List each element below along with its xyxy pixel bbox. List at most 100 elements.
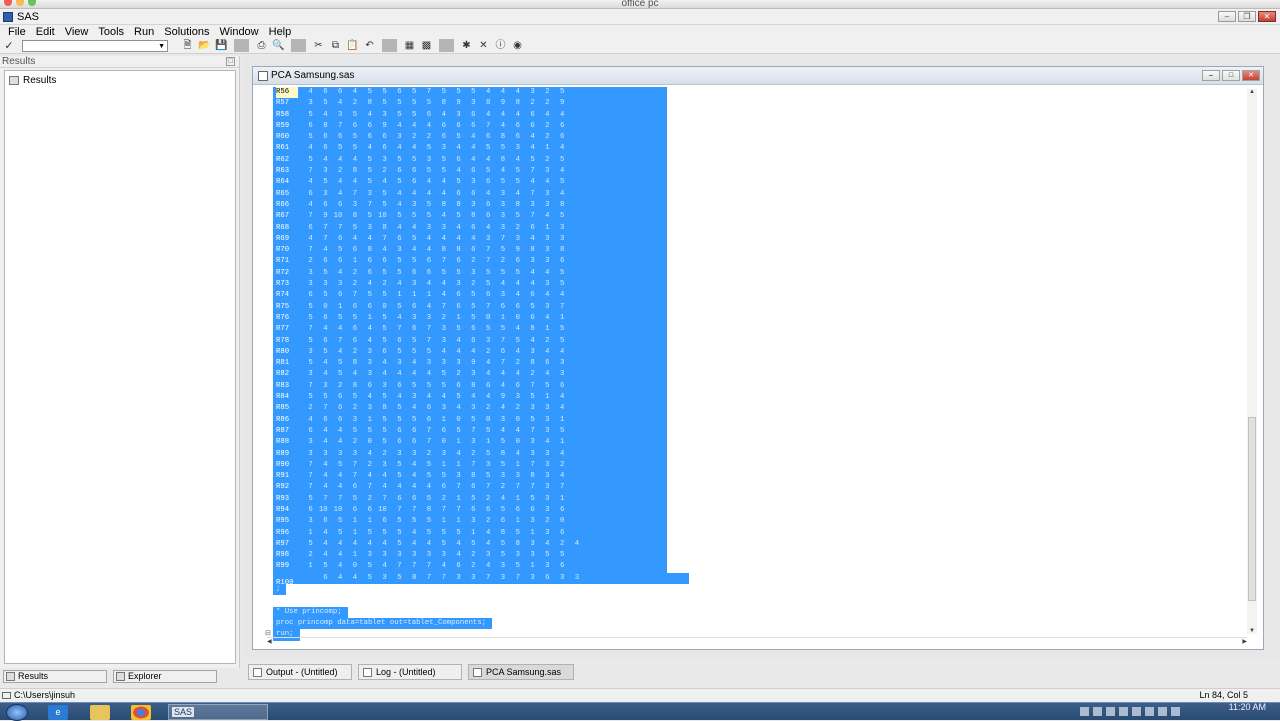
data-value: 1	[456, 494, 461, 503]
mac-minimize-dot[interactable]	[16, 0, 24, 6]
data-value: 3	[471, 99, 476, 108]
data-value: 4	[545, 370, 550, 379]
data-value: 3	[456, 573, 461, 582]
mac-close-dot[interactable]	[4, 0, 12, 6]
vertical-scrollbar[interactable]: ▲ ▼	[1247, 89, 1257, 634]
collapse-marker[interactable]: ⊟	[265, 629, 271, 637]
editor-maximize-button[interactable]: □	[1222, 70, 1240, 81]
data-value: 5	[515, 268, 520, 277]
sas-help-icon[interactable]: ◉	[510, 39, 525, 52]
clear-icon[interactable]: ✕	[476, 39, 491, 52]
new-icon[interactable]: 🗎	[180, 39, 195, 52]
data-value: 6	[323, 144, 328, 153]
menu-help[interactable]: Help	[264, 26, 297, 38]
open-icon[interactable]: 📂	[197, 39, 212, 52]
menu-run[interactable]: Run	[129, 26, 159, 38]
tray-icon[interactable]	[1119, 707, 1128, 716]
horizontal-scrollbar[interactable]: ◀ ▶	[267, 637, 1247, 645]
data-value: 8	[352, 359, 358, 368]
data-value: 7	[411, 505, 417, 514]
chrome-icon[interactable]	[131, 705, 151, 720]
tray-icon[interactable]	[1080, 707, 1089, 716]
tab-results[interactable]: Results	[3, 670, 107, 683]
scroll-down-arrow[interactable]: ▼	[1247, 628, 1257, 634]
menu-solutions[interactable]: Solutions	[159, 26, 214, 38]
data-value: 5	[485, 167, 491, 176]
data-value: 2	[515, 223, 520, 232]
data-value: 6	[338, 88, 343, 96]
code-line: R56 4 6 6 4 5 5 6 5 7 5 5 5 4 4 4 3 2 5	[273, 87, 1248, 99]
paste-icon[interactable]: 📋	[345, 39, 360, 52]
results-tree-root[interactable]: Results	[9, 75, 56, 86]
chevron-down-icon[interactable]: ▼	[158, 41, 165, 52]
restore-button[interactable]: ❐	[1238, 11, 1256, 22]
libraries-icon[interactable]: ▦	[402, 39, 417, 52]
close-button[interactable]: ✕	[1258, 11, 1276, 22]
explorer-icon[interactable]: ▩	[419, 39, 434, 52]
data-value: 3	[367, 347, 372, 356]
tray-icon[interactable]	[1106, 707, 1115, 716]
code-line: R69 4 7 6 4 4 7 6 5 4 4 4 4 3 7 3 4 3 3	[273, 233, 1248, 246]
menu-window[interactable]: Window	[215, 26, 264, 38]
data-value: 5	[367, 155, 372, 164]
tab-program[interactable]: PCA Samsung.sas	[468, 664, 574, 680]
menu-edit[interactable]: Edit	[31, 26, 60, 38]
scroll-up-arrow[interactable]: ▲	[1247, 89, 1257, 95]
tab-log[interactable]: Log - (Untitled)	[358, 664, 462, 680]
tray-icon[interactable]	[1158, 707, 1167, 716]
data-value: 7	[308, 381, 313, 390]
data-value: 6	[411, 438, 417, 447]
editor-minimize-button[interactable]: –	[1202, 70, 1220, 81]
clock[interactable]: 11:20 AM	[1229, 703, 1266, 712]
menu-view[interactable]: View	[60, 26, 94, 38]
cut-icon[interactable]: ✂	[311, 39, 326, 52]
data-value: 3	[545, 449, 550, 458]
data-value: 6	[530, 110, 535, 119]
data-value: 6	[367, 121, 372, 130]
row-label: R74	[276, 291, 290, 300]
data-value: 4	[411, 223, 417, 232]
print-icon[interactable]: ⎙	[254, 39, 269, 52]
editor-close-button[interactable]: ✕	[1242, 70, 1260, 81]
code-line: R82 3 4 5 4 3 4 4 4 4 5 2 3 4 4 4 2 4 3	[273, 369, 1248, 381]
volume-icon[interactable]	[1171, 707, 1180, 716]
data-value: 5	[308, 539, 313, 548]
mac-zoom-dot[interactable]	[28, 0, 36, 6]
tab-explorer[interactable]: Explorer	[113, 670, 217, 683]
print-preview-icon[interactable]: 🔍	[271, 39, 286, 52]
row-label: R77	[276, 325, 290, 334]
current-directory[interactable]: C:\Users\jinsuh	[14, 689, 75, 702]
command-box[interactable]: ▼	[22, 39, 168, 52]
menu-tools[interactable]: Tools	[93, 26, 129, 38]
menu-file[interactable]: File	[3, 26, 31, 38]
data-value: 6	[323, 257, 328, 266]
undo-icon[interactable]: ↶	[362, 39, 377, 52]
data-value: 4	[530, 268, 535, 277]
code-editor[interactable]: R56 4 6 6 4 5 5 6 5 7 5 5 5 4 4 4 3 2 5 R57 3 5 4 2 8 5 5 5 5 8 9 3 8 9 8 2…	[273, 87, 1248, 642]
save-icon[interactable]: 💾	[214, 39, 229, 52]
data-value: 6	[441, 426, 446, 435]
submit-icon[interactable]: ✱	[459, 39, 474, 52]
tray-icon[interactable]	[1132, 707, 1141, 716]
minimize-button[interactable]: –	[1218, 11, 1236, 22]
taskbar-sas[interactable]: SAS	[168, 704, 268, 720]
left-pane-tabs: Results Explorer	[0, 670, 240, 684]
file-explorer-icon[interactable]	[90, 705, 110, 720]
data-value: 5	[367, 212, 372, 221]
data-value: 3	[367, 551, 372, 560]
scroll-thumb[interactable]	[1248, 417, 1256, 601]
data-value: 3	[397, 133, 402, 142]
data-value: 3	[441, 359, 446, 368]
pin-icon[interactable]: □	[226, 57, 235, 66]
start-button[interactable]	[6, 704, 28, 721]
help-icon[interactable]: ⓘ	[493, 39, 508, 52]
copy-icon[interactable]: ⧉	[328, 39, 343, 52]
data-value: 7	[456, 483, 461, 492]
data-value: 2	[559, 460, 565, 469]
tray-icon[interactable]	[1093, 707, 1102, 716]
ie-icon[interactable]: e	[48, 705, 68, 720]
tab-output[interactable]: Output - (Untitled)	[248, 664, 352, 680]
data-value: 3	[411, 393, 417, 402]
checkmark-icon[interactable]: ✓	[0, 39, 18, 52]
tray-icon[interactable]	[1145, 707, 1154, 716]
